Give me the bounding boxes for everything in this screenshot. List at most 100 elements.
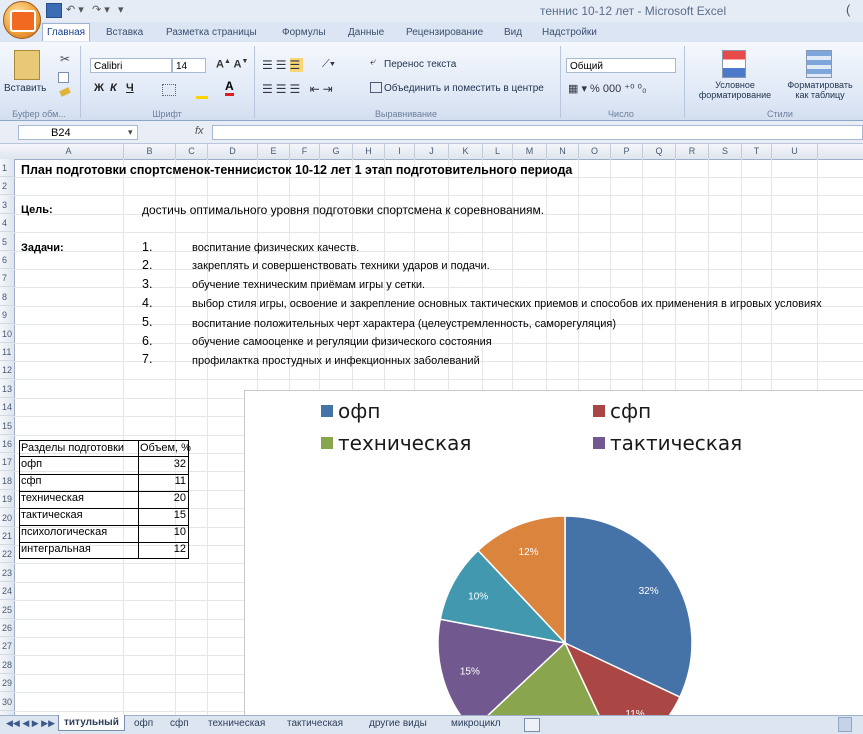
underline-button[interactable]: Ч (126, 82, 134, 94)
tasks-label[interactable]: Задачи: (21, 242, 64, 254)
insert-function-icon[interactable]: fx (195, 125, 204, 137)
bold-button[interactable]: Ж (94, 82, 104, 94)
tab-page-layout[interactable]: Разметка страницы (162, 24, 261, 41)
column-header[interactable]: C (176, 144, 208, 159)
column-header[interactable]: I (385, 144, 415, 159)
sheet-tab[interactable]: тактическая (287, 716, 343, 731)
tab-view[interactable]: Вид (500, 24, 526, 41)
task-number[interactable]: 6. (142, 334, 152, 348)
format-as-table-button[interactable]: Форматировать как таблицу (780, 80, 860, 100)
row-header[interactable]: 6 (0, 251, 14, 269)
tab-insert[interactable]: Вставка (102, 24, 147, 41)
column-header[interactable]: J (415, 144, 449, 159)
wrap-text-icon[interactable]: ⤶ (370, 56, 376, 69)
merge-center-button[interactable]: Объединить и поместить в центре (384, 80, 544, 97)
column-header[interactable]: U (772, 144, 818, 159)
task-number[interactable]: 4. (142, 296, 152, 310)
horizontal-scrollbar-thumb[interactable] (838, 717, 852, 732)
table-row-value[interactable]: 15 (150, 509, 186, 521)
column-header[interactable]: R (676, 144, 709, 159)
format-as-table-icon[interactable] (806, 50, 832, 78)
column-header[interactable]: Q (643, 144, 676, 159)
goal-label[interactable]: Цель: (21, 204, 53, 216)
column-header[interactable]: T (742, 144, 772, 159)
row-header[interactable]: 19 (0, 490, 14, 509)
row-header[interactable]: 1 (0, 159, 14, 177)
task-text[interactable]: закреплять и совершенствовать техники уд… (192, 260, 490, 272)
row-header[interactable]: 14 (0, 398, 14, 417)
merge-icon[interactable] (370, 82, 382, 93)
paste-button[interactable]: Вставить (4, 80, 46, 97)
sheet-tab[interactable]: сфп (170, 716, 189, 731)
sheet-nav-arrows-icon[interactable]: ◀◀ ◀ ▶ ▶▶ (6, 716, 55, 731)
insert-sheet-icon[interactable] (524, 718, 540, 732)
column-header[interactable]: S (709, 144, 742, 159)
row-header[interactable]: 15 (0, 417, 14, 435)
table-row-label[interactable]: тактическая (21, 509, 83, 521)
table-row-label[interactable]: офп (21, 458, 42, 470)
column-header[interactable]: M (513, 144, 547, 159)
row-header[interactable]: 17 (0, 453, 14, 472)
table-header-volume[interactable]: Объем, % (140, 442, 191, 454)
row-header[interactable]: 4 (0, 214, 14, 233)
name-box[interactable]: B24 (18, 125, 138, 140)
vertical-align-icons[interactable]: ☰☰☰ (262, 58, 304, 72)
row-header[interactable]: 23 (0, 564, 14, 582)
column-header[interactable]: B (124, 144, 176, 159)
task-text[interactable]: воспитание физических качеств. (192, 242, 359, 254)
column-header[interactable]: E (258, 144, 290, 159)
task-text[interactable]: профилактка простудных и инфекционных за… (192, 355, 480, 367)
task-number[interactable]: 2. (142, 258, 152, 272)
table-row-value[interactable]: 10 (150, 526, 186, 538)
number-format-select[interactable]: Общий (566, 58, 676, 73)
italic-button[interactable]: К (110, 82, 117, 94)
customize-toolbar-icon[interactable]: ▾ (118, 3, 124, 16)
sheet-tab[interactable]: другие виды (369, 716, 427, 731)
row-header[interactable]: 24 (0, 582, 14, 601)
row-header[interactable]: 30 (0, 693, 14, 711)
paste-icon[interactable] (14, 50, 40, 80)
row-header[interactable]: 9 (0, 306, 14, 325)
sheet-tab[interactable]: микроцикл (451, 716, 501, 731)
redo-icon[interactable]: ↷ ▾ (92, 3, 110, 16)
column-header[interactable]: O (579, 144, 611, 159)
tab-review[interactable]: Рецензирование (402, 24, 487, 41)
row-header[interactable]: 26 (0, 619, 14, 637)
row-header[interactable]: 28 (0, 656, 14, 674)
task-text[interactable]: обучение техническим приёмам игры у сетк… (192, 279, 425, 291)
row-header[interactable]: 29 (0, 674, 14, 693)
row-header[interactable]: 25 (0, 601, 14, 619)
row-header[interactable]: 10 (0, 325, 14, 343)
orientation-icon[interactable]: ⟋▾ (322, 58, 335, 71)
column-header[interactable]: H (353, 144, 385, 159)
table-header-section[interactable]: Разделы подготовки (21, 442, 139, 454)
table-row-value[interactable]: 32 (150, 458, 186, 470)
name-box-dropdown-icon[interactable]: ▾ (128, 127, 133, 138)
font-color-icon[interactable]: A (225, 80, 234, 96)
row-header[interactable]: 3 (0, 196, 14, 214)
undo-icon[interactable]: ↶ ▾ (66, 3, 84, 16)
font-size-select[interactable]: 14 (172, 58, 206, 73)
row-header[interactable]: 16 (0, 435, 14, 453)
row-header[interactable]: 18 (0, 472, 14, 490)
task-text[interactable]: обучение самооценке и регуляции физическ… (192, 336, 492, 348)
row-header[interactable]: 2 (0, 177, 14, 196)
row-header[interactable]: 8 (0, 288, 14, 306)
row-header[interactable]: 5 (0, 233, 14, 251)
column-header[interactable]: L (483, 144, 513, 159)
table-row-value[interactable]: 11 (150, 475, 186, 487)
table-row-value[interactable]: 20 (150, 492, 186, 504)
sheet-tab[interactable]: техническая (208, 716, 265, 731)
pie-chart[interactable]: офп сфп техническая тактическая 32% 11% 15… (244, 390, 863, 716)
conditional-formatting-button[interactable]: Условное форматирование (694, 80, 776, 100)
grow-font-icon[interactable]: A▲ A▼ (216, 58, 248, 71)
row-header[interactable]: 13 (0, 380, 14, 398)
row-header[interactable]: 7 (0, 269, 14, 288)
task-text[interactable]: воспитание положительных черт характера … (192, 318, 616, 330)
tab-addins[interactable]: Надстройки (538, 24, 601, 41)
sheet-tab-active[interactable]: титульный (58, 715, 125, 731)
task-number[interactable]: 7. (142, 352, 152, 366)
task-number[interactable]: 5. (142, 315, 152, 329)
task-text[interactable]: выбор стиля игры, освоение и закрепление… (192, 298, 863, 310)
task-number[interactable]: 3. (142, 277, 152, 291)
